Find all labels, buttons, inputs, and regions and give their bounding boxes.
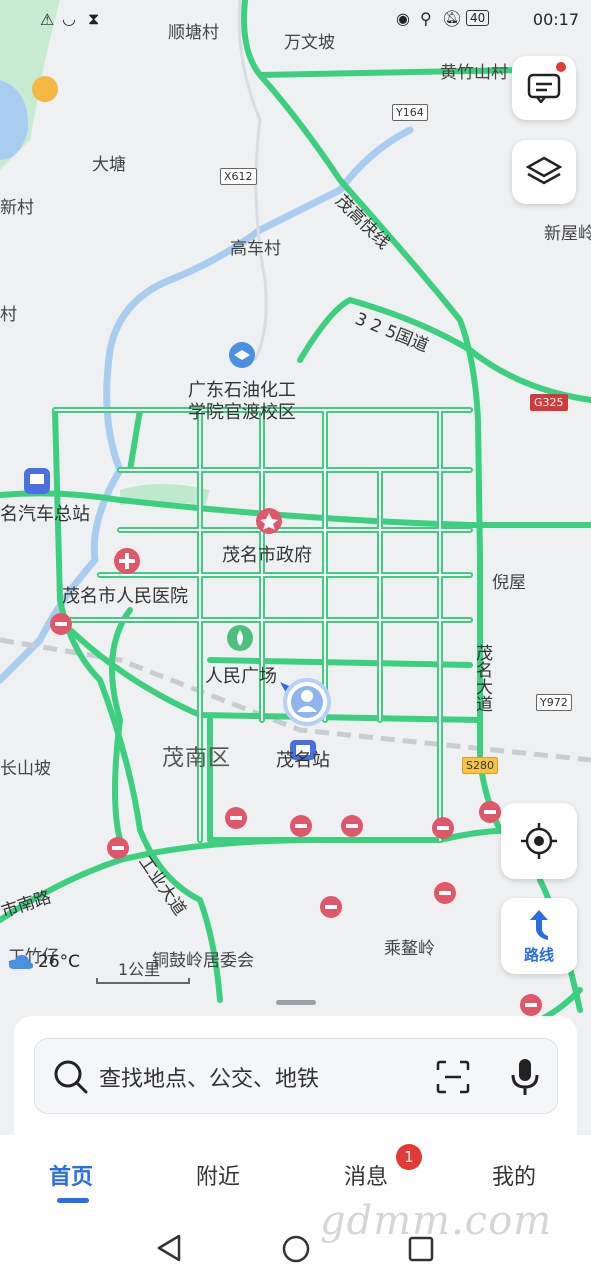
road-shield: G325 xyxy=(530,394,568,411)
place-label[interactable]: 新屋岭 xyxy=(544,219,591,244)
place-label[interactable]: 新村 xyxy=(0,193,34,218)
road-shield: S280 xyxy=(462,757,498,774)
location-icon: ⚲ xyxy=(420,9,432,28)
place-label[interactable]: 名汽车总站 xyxy=(0,500,90,526)
home-icon[interactable] xyxy=(281,1234,311,1264)
message-fab[interactable] xyxy=(512,56,576,120)
place-label[interactable]: 茂名市人民医院 xyxy=(62,582,188,608)
message-badge xyxy=(556,62,566,72)
place-label[interactable]: 茂名市政府 xyxy=(222,541,312,567)
active-tab-indicator xyxy=(57,1198,89,1203)
temperature-label: 26°C xyxy=(38,952,81,972)
road-shield: Y972 xyxy=(536,694,572,711)
avenue-label: 茂名大道 xyxy=(472,644,492,712)
sheet-handle[interactable] xyxy=(276,1000,316,1005)
tab-home[interactable]: 首页 xyxy=(49,1159,93,1191)
tab-me[interactable]: 我的 xyxy=(492,1159,536,1191)
weather-widget[interactable]: 26°C xyxy=(8,952,80,972)
clock: 00:17 xyxy=(532,10,579,29)
place-label[interactable]: 人民广场 xyxy=(205,662,277,688)
search-bar[interactable]: 查找地点、公交、地铁 xyxy=(34,1038,558,1114)
scale-label: 1公里 xyxy=(118,960,161,979)
place-label[interactable]: 铜鼓岭居委会 xyxy=(152,946,254,971)
watermark: gdmm.com xyxy=(320,1198,553,1244)
place-label[interactable]: 大塘 xyxy=(92,150,126,175)
notification-icon: ⚠ xyxy=(40,10,55,29)
place-label[interactable]: 顺塘村 xyxy=(168,18,219,43)
wifi-icon: ◡ xyxy=(62,9,76,28)
hourglass-icon: ⧗ xyxy=(88,9,100,28)
scan-icon[interactable] xyxy=(435,1059,471,1095)
route-label: 路线 xyxy=(523,945,554,964)
university-pin xyxy=(229,342,255,368)
bus-station-pin xyxy=(24,468,50,494)
park-pin xyxy=(227,625,253,651)
layers-button[interactable] xyxy=(512,140,576,204)
place-label[interactable]: 村 xyxy=(0,300,17,325)
mute-icon: 🔕︎ xyxy=(442,9,463,28)
road-shield: Y164 xyxy=(392,104,428,121)
scale-bar xyxy=(96,978,190,984)
place-label[interactable]: 黄竹山村 xyxy=(440,58,508,83)
back-icon[interactable] xyxy=(155,1233,183,1263)
place-label[interactable]: 茂名站 xyxy=(276,746,330,772)
place-label[interactable]: 学院官渡校区 xyxy=(188,398,296,424)
government-pin xyxy=(256,508,282,534)
search-placeholder[interactable]: 查找地点、公交、地铁 xyxy=(99,1061,319,1093)
place-label[interactable]: 高车村 xyxy=(230,234,281,259)
crosshair-icon xyxy=(521,823,557,859)
messages-badge: 1 xyxy=(396,1144,422,1170)
message-icon xyxy=(527,73,561,103)
place-label[interactable]: 倪屋 xyxy=(492,568,526,593)
place-label[interactable]: 长山坡 xyxy=(0,754,51,779)
route-button[interactable]: 路线 xyxy=(501,898,577,974)
tab-messages[interactable]: 消息 xyxy=(344,1159,388,1191)
place-label[interactable]: 乘鳌岭 xyxy=(384,934,435,959)
locate-button[interactable] xyxy=(501,803,577,879)
layers-icon xyxy=(526,156,562,185)
route-icon xyxy=(530,909,548,940)
tab-nearby[interactable]: 附近 xyxy=(196,1159,240,1191)
place-label[interactable]: 万文坡 xyxy=(284,28,335,53)
eye-icon: ◉ xyxy=(396,9,410,28)
cloud-icon xyxy=(8,954,34,969)
battery-icon: 40 xyxy=(466,10,490,26)
road-shield: X612 xyxy=(220,168,257,185)
microphone-icon[interactable] xyxy=(509,1057,541,1097)
search-icon xyxy=(54,1060,88,1094)
district-label: 茂南区 xyxy=(162,746,232,771)
hospital-pin xyxy=(114,548,140,574)
